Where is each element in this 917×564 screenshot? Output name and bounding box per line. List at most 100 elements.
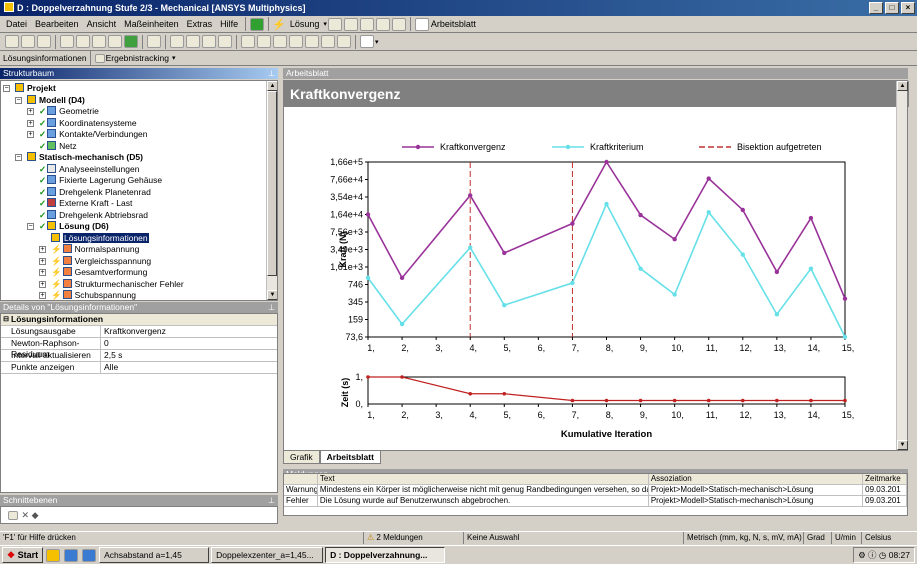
tree-item[interactable]: Projekt [15,83,56,94]
tree-item[interactable]: ✓ Analyseeinstellungen [39,163,139,175]
col-type[interactable] [284,474,318,484]
scroll-down-icon[interactable]: ▼ [267,290,277,300]
tree-item[interactable]: ✓ Kontakte/Verbindungen [39,129,148,140]
scroll-up-icon[interactable]: ▲ [267,81,277,91]
tree-expander-icon[interactable]: + [39,292,46,299]
report-icon[interactable] [359,17,374,31]
maximize-button[interactable]: □ [885,2,899,14]
details-value[interactable]: 0 [101,338,109,349]
viewport-icon[interactable] [360,35,374,48]
zoom-fit-icon[interactable] [241,35,255,48]
viewport-dropdown-icon[interactable]: ▾ [375,38,379,46]
solution-information-button[interactable]: Lösungsinformationen [3,53,87,63]
details-value[interactable]: 2,5 s [101,350,122,361]
col-text[interactable]: Text [318,474,649,484]
wireframe-icon[interactable] [321,35,335,48]
details-section-row[interactable]: ⊟ Lösungsinformationen [1,314,277,326]
status-messages[interactable]: ⚠ 2 Meldungen [364,532,464,544]
tree-expander-icon[interactable]: + [39,257,46,265]
insert-icon[interactable] [327,17,342,31]
zoom-box-icon[interactable] [218,35,232,48]
result-tracking-button[interactable]: Ergebnistracking [106,53,169,63]
details-row[interactable]: Newton-Raphson-Residuum 0 [1,338,277,359]
tab-graphics[interactable]: Grafik [283,451,320,464]
previous-view-icon[interactable] [273,35,287,48]
tree-item[interactable]: ✓ Koordinatensysteme [39,117,137,129]
tree-expander-icon[interactable]: + [39,246,46,253]
print-icon[interactable] [337,35,351,48]
tree-expander-icon[interactable]: − [15,96,22,104]
scroll-up-icon[interactable]: ▲ [897,81,908,91]
menu-ansicht[interactable]: Ansicht [83,16,121,33]
tree-item[interactable]: ✓ Drehgelenk Abtriebsrad [39,209,148,221]
menu-masseinheiten[interactable]: Maßeinheiten [120,16,183,33]
menu-bearbeiten[interactable]: Bearbeiten [31,16,83,33]
menu-datei[interactable]: Datei [2,16,31,33]
tracking-dropdown-icon[interactable]: ▾ [172,54,176,62]
vertex-icon[interactable] [76,35,90,48]
tree-item[interactable]: ✓ Lösung (D6) [39,221,109,232]
tree-item[interactable]: ⚡ Gesamtverformung [51,267,147,278]
xyz-icon[interactable] [37,35,51,48]
tree-item[interactable]: Statisch-mechanisch (D5) [27,152,143,163]
tree-expander-icon[interactable]: − [27,223,34,230]
tree-expander-icon[interactable]: + [27,131,34,138]
tree-item[interactable]: ⚡ Normalspannung [51,244,139,255]
pin-icon[interactable]: ⊥ [268,495,275,506]
solve-dropdown-icon[interactable]: ▾ [323,20,327,28]
tab-worksheet[interactable]: Arbeitsblatt [319,451,381,464]
menu-extras[interactable]: Extras [183,16,217,33]
taskbar-item-doppelverzahnung[interactable]: D : Doppelverzahnung... [325,547,446,563]
new-plane-icon[interactable] [8,511,18,521]
tree-item[interactable]: ✓ Drehgelenk Planetenrad [39,186,151,198]
taskbar-item-doppelexzenter[interactable]: Doppelexzenter_a=1,45... [211,547,324,563]
select-icon[interactable] [5,35,19,48]
col-association[interactable]: Assoziation [649,474,864,484]
tree-expander-icon[interactable]: + [27,119,34,127]
tree-item[interactable]: ✓ Geometrie [39,106,99,117]
tree-item[interactable]: Lösungsinformationen [51,232,149,244]
tree-item[interactable]: ✓ Externe Kraft - Last [39,198,132,209]
close-button[interactable]: × [901,2,915,14]
tree-item[interactable]: ✓ Netz [39,140,77,152]
ansys-icon[interactable] [46,548,61,562]
iso-icon[interactable] [305,35,319,48]
collapse-icon[interactable]: ⊟ [1,314,11,325]
tree-expander-icon[interactable]: + [39,280,46,288]
message-row[interactable]: Fehler Die Lösung wurde auf Benutzerwunsc… [284,496,907,507]
browser-icon[interactable] [82,548,97,562]
cube-icon[interactable] [147,35,161,48]
check-icon[interactable] [250,17,265,31]
tree-item[interactable]: ⚡ Vergleichsspannung [51,255,151,267]
tree-expander-icon[interactable]: − [3,85,10,92]
col-timestamp[interactable]: Zeitmarke [863,474,907,484]
minimize-button[interactable]: _ [869,2,883,14]
worksheet-icon[interactable] [414,17,429,31]
axis-icon[interactable] [21,35,35,48]
pin-icon[interactable]: ⊥ [268,68,275,79]
quicklaunch-icon[interactable] [64,548,79,562]
details-row[interactable]: Lösungsausgabe Kraftkonvergenz [1,326,277,338]
details-value[interactable]: Alle [101,362,118,373]
body-icon[interactable] [124,35,138,48]
tray-icons[interactable]: ⚙ ⓘ ◷ [858,550,886,560]
text-icon[interactable] [375,17,390,31]
tree-scrollbar[interactable]: ▲ ▼ [266,81,277,300]
next-view-icon[interactable] [289,35,303,48]
magnifier-icon[interactable] [257,35,271,48]
taskbar-item-achsabstand[interactable]: Achsabstand a=1,45 [99,547,210,563]
worksheet-scrollbar[interactable]: ▲ ▼ [896,81,908,450]
zoom-icon[interactable] [202,35,216,48]
tree-expander-icon[interactable]: + [39,269,46,276]
tree-item[interactable]: ✓ Fixierte Lagerung Gehäuse [39,175,162,186]
lightning-icon[interactable]: ⚡ [272,18,286,31]
scroll-down-icon[interactable]: ▼ [897,440,908,450]
tree-expander-icon[interactable]: + [27,108,34,115]
tree-item[interactable]: Modell (D4) [27,94,85,106]
details-value[interactable]: Kraftkonvergenz [101,326,166,337]
face-icon[interactable] [108,35,122,48]
export-icon[interactable] [391,17,406,31]
tree-item[interactable]: ⚡ Strukturmechanischer Fehler [51,278,184,290]
edge-icon[interactable] [92,35,106,48]
pin-icon[interactable]: ⊥ [268,302,275,313]
